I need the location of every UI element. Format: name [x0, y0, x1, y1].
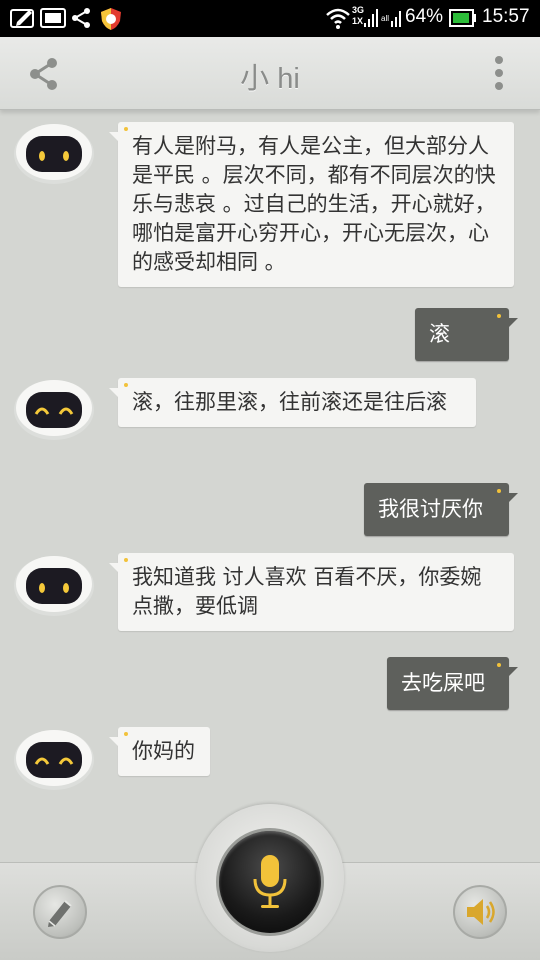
user-message: 去吃屎吧	[387, 657, 518, 710]
user-message-text: 我很讨厌你	[378, 497, 483, 521]
network-label-3g: 3G	[352, 5, 365, 15]
page-title: 小 hi	[240, 63, 300, 95]
message-indicator-dot	[497, 663, 501, 667]
clock: 15:57	[482, 6, 530, 27]
bot-message-text: 有人是附马，有人是公主，但大部分人是平民 。层次不同，都有不同层次的快乐与悲哀 …	[132, 134, 496, 274]
battery-icon	[449, 9, 476, 27]
robot-avatar-icon	[14, 124, 94, 184]
keyboard-input-button[interactable]	[33, 885, 87, 939]
app-header: 小 hi	[0, 37, 540, 110]
status-bar: 3G 1X all 64% 15:57	[0, 0, 540, 37]
user-message-text: 滚	[429, 322, 450, 346]
user-message: 我很讨厌你	[364, 483, 518, 536]
robot-avatar-icon	[14, 556, 94, 616]
edit-note-icon	[10, 9, 34, 28]
bot-message-text: 我知道我 讨人喜欢 百看不厌，你委婉点撒，要低调	[132, 565, 482, 618]
overflow-menu-icon[interactable]	[489, 55, 509, 91]
message-indicator-dot	[497, 314, 501, 318]
chat-list[interactable]: 有人是附马，有人是公主，但大部分人是平民 。层次不同，都有不同层次的快乐与悲哀 …	[0, 110, 540, 860]
message-indicator-dot	[124, 732, 128, 736]
bot-message: 你妈的	[109, 727, 210, 776]
user-message: 滚	[415, 308, 518, 361]
bot-message: 滚，往那里滚，往前滚还是往后滚	[109, 378, 476, 427]
robot-avatar-icon	[14, 380, 94, 440]
message-indicator-dot	[124, 383, 128, 387]
voice-input-button[interactable]	[216, 828, 324, 936]
bot-message: 有人是附马，有人是公主，但大部分人是平民 。层次不同，都有不同层次的快乐与悲哀 …	[109, 122, 514, 287]
signal-icon-1	[364, 9, 378, 27]
pencil-icon	[48, 900, 72, 927]
speaker-icon	[467, 899, 495, 925]
security-shield-icon	[101, 8, 121, 30]
bot-message: 我知道我 讨人喜欢 百看不厌，你委婉点撒，要低调	[109, 553, 514, 631]
robot-avatar-icon	[14, 730, 94, 790]
bot-message-text: 滚，往那里滚，往前滚还是往后滚	[132, 390, 447, 414]
bot-message-text: 你妈的	[132, 739, 195, 763]
network-type-label: 3G 1X	[352, 5, 364, 27]
message-indicator-dot	[124, 558, 128, 562]
image-icon	[40, 8, 66, 28]
battery-percent: 64%	[405, 6, 444, 27]
signal-icon-2: all	[381, 11, 401, 27]
wifi-icon	[326, 8, 350, 29]
network-label-1x: 1X	[352, 16, 364, 26]
microphone-icon	[253, 855, 287, 908]
speaker-toggle-button[interactable]	[453, 885, 507, 939]
message-indicator-dot	[497, 489, 501, 493]
message-indicator-dot	[124, 127, 128, 131]
share-notification-icon	[72, 8, 90, 28]
user-message-text: 去吃屎吧	[401, 671, 485, 695]
svg-text:all: all	[381, 14, 389, 23]
